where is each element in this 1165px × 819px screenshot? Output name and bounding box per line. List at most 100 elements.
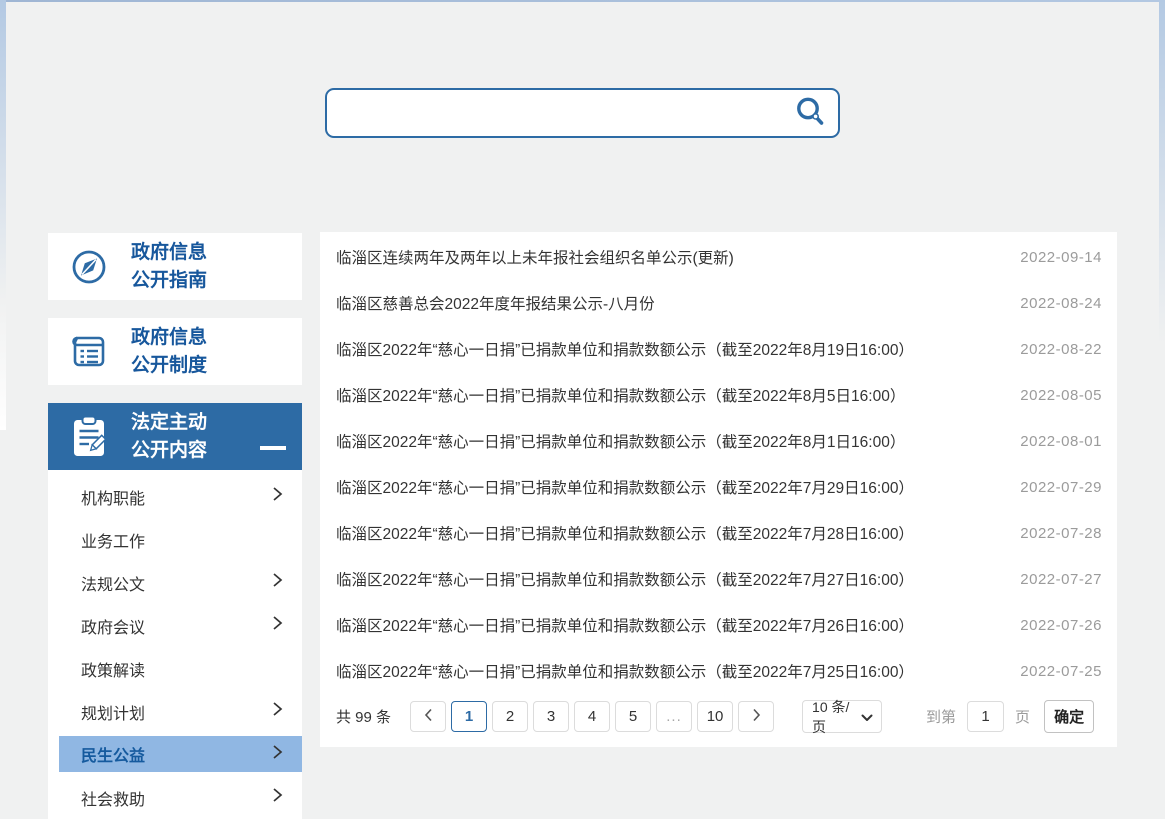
page-button-1[interactable]: 1 [451,701,487,732]
submenu-row: 政策解读 [48,647,302,690]
submenu-row: 业务工作 [48,518,302,561]
page-button-2[interactable]: 2 [492,701,528,732]
sidebar-item-gov-info-guide[interactable]: 政府信息 公开指南 [48,233,302,300]
announcement-row[interactable]: 临淄区连续两年及两年以上未年报社会组织名单公示(更新) 2022-09-14 [320,234,1117,280]
submenu-label: 社会救助 [81,786,145,810]
announcement-list-panel: 临淄区连续两年及两年以上未年报社会组织名单公示(更新) 2022-09-14 临… [320,232,1117,747]
sidebar-item-agency-functions[interactable]: 机构职能 [48,475,302,518]
announcement-date: 2022-09-14 [1020,249,1102,266]
sidebar-item-business-work[interactable]: 业务工作 [48,518,302,561]
announcement-date: 2022-07-27 [1020,571,1102,588]
chevron-down-icon [861,709,873,725]
goto-page-suffix-label: 页 [1015,706,1030,727]
compass-icon [67,248,111,286]
chevron-right-icon [272,744,283,765]
submenu-label: 政府会议 [81,614,145,638]
sidebar-item-statutory-disclosure[interactable]: 法定主动 公开内容 [48,403,302,470]
sidebar-item-social-assistance[interactable]: 社会救助 [48,776,302,819]
announcement-date: 2022-08-22 [1020,341,1102,358]
chevron-right-icon [272,486,283,507]
announcement-row[interactable]: 临淄区慈善总会2022年度年报结果公示-八月份 2022-08-24 [320,280,1117,326]
collapse-minus-icon[interactable] [260,446,286,450]
chevron-right-icon [272,615,283,636]
page-button-4[interactable]: 4 [574,701,610,732]
announcement-row[interactable]: 临淄区2022年“慈心一日捐”已捐款单位和捐款数额公示（截至2022年8月19日… [320,326,1117,372]
announcement-title[interactable]: 临淄区2022年“慈心一日捐”已捐款单位和捐款数额公示（截至2022年8月5日1… [336,384,905,406]
confirm-button[interactable]: 确定 [1044,700,1094,733]
page-button-5[interactable]: 5 [615,701,651,732]
right-gradient-edge [1159,0,1165,430]
chevron-right-icon [272,787,283,808]
sidebar-item-label: 法定主动 公开内容 [131,409,207,465]
announcement-list: 临淄区连续两年及两年以上未年报社会组织名单公示(更新) 2022-09-14 临… [320,232,1117,694]
submenu-row: 社会救助 [48,776,302,819]
page-ellipsis-button[interactable]: ... [656,701,692,732]
page-button-3[interactable]: 3 [533,701,569,732]
submenu-row: 民生公益 [48,733,302,776]
sidebar-item-regulations-documents[interactable]: 法规公文 [48,561,302,604]
sidebar-item-policy-interpretation[interactable]: 政策解读 [48,647,302,690]
announcement-title[interactable]: 临淄区2022年“慈心一日捐”已捐款单位和捐款数额公示（截至2022年8月1日1… [336,430,905,452]
sidebar: 政府信息 公开指南 政府信息 公开制度 [48,233,302,819]
announcement-date: 2022-08-24 [1020,295,1102,312]
submenu-row: 政府会议 [48,604,302,647]
announcement-date: 2022-08-05 [1020,387,1102,404]
sidebar-item-label: 政府信息 公开指南 [131,239,207,295]
announcement-row[interactable]: 临淄区2022年“慈心一日捐”已捐款单位和捐款数额公示（截至2022年8月1日1… [320,418,1117,464]
search-bar [325,88,840,138]
announcement-title[interactable]: 临淄区2022年“慈心一日捐”已捐款单位和捐款数额公示（截至2022年7月28日… [336,522,914,544]
top-gradient-edge [0,0,1165,2]
announcement-date: 2022-07-25 [1020,663,1102,680]
page-button-10[interactable]: 10 [697,701,733,732]
pagination-bar: 共 99 条 1 2 3 4 5 ... 10 10 条/页 到第 页 确定 [320,694,1117,747]
announcement-row[interactable]: 临淄区2022年“慈心一日捐”已捐款单位和捐款数额公示（截至2022年8月5日1… [320,372,1117,418]
goto-page-prefix-label: 到第 [926,706,956,727]
sidebar-item-gov-info-system[interactable]: 政府信息 公开制度 [48,318,302,385]
sidebar-item-public-welfare[interactable]: 民生公益 [59,736,302,772]
clipboard-pencil-icon [67,414,111,460]
search-input[interactable] [327,90,782,136]
sidebar-item-government-meetings[interactable]: 政府会议 [48,604,302,647]
submenu-row: 规划计划 [48,690,302,733]
announcement-date: 2022-07-29 [1020,479,1102,496]
page-size-label: 10 条/页 [812,697,861,737]
announcement-row[interactable]: 临淄区2022年“慈心一日捐”已捐款单位和捐款数额公示（截至2022年7月28日… [320,510,1117,556]
sidebar-submenu: 机构职能 业务工作 法规公文 政府会议 [48,470,302,819]
submenu-label: 机构职能 [81,485,145,509]
submenu-label: 民生公益 [81,742,145,766]
announcement-title[interactable]: 临淄区2022年“慈心一日捐”已捐款单位和捐款数额公示（截至2022年7月29日… [336,476,914,498]
submenu-label: 政策解读 [81,657,145,681]
goto-page-input[interactable] [967,701,1004,732]
announcement-row[interactable]: 临淄区2022年“慈心一日捐”已捐款单位和捐款数额公示（截至2022年7月29日… [320,464,1117,510]
prev-page-button[interactable] [410,701,446,732]
search-button[interactable] [782,90,838,136]
announcement-title[interactable]: 临淄区2022年“慈心一日捐”已捐款单位和捐款数额公示（截至2022年7月26日… [336,614,914,636]
next-page-button[interactable] [738,701,774,732]
announcement-row[interactable]: 临淄区2022年“慈心一日捐”已捐款单位和捐款数额公示（截至2022年7月26日… [320,602,1117,648]
announcement-title[interactable]: 临淄区2022年“慈心一日捐”已捐款单位和捐款数额公示（截至2022年8月19日… [336,338,914,360]
announcement-row[interactable]: 临淄区2022年“慈心一日捐”已捐款单位和捐款数额公示（截至2022年7月25日… [320,648,1117,694]
submenu-label: 法规公文 [81,571,145,595]
page-size-select[interactable]: 10 条/页 [802,700,882,733]
submenu-row: 法规公文 [48,561,302,604]
sidebar-item-planning[interactable]: 规划计划 [48,690,302,733]
announcement-title[interactable]: 临淄区连续两年及两年以上未年报社会组织名单公示(更新) [336,246,734,268]
chevron-left-icon [424,708,433,726]
announcement-date: 2022-07-26 [1020,617,1102,634]
announcement-title[interactable]: 临淄区2022年“慈心一日捐”已捐款单位和捐款数额公示（截至2022年7月27日… [336,568,914,590]
announcement-date: 2022-08-01 [1020,433,1102,450]
chevron-right-icon [272,572,283,593]
search-icon [793,95,827,132]
sidebar-item-label: 政府信息 公开制度 [131,324,207,380]
announcement-date: 2022-07-28 [1020,525,1102,542]
chevron-right-icon [272,701,283,722]
announcement-title[interactable]: 临淄区2022年“慈心一日捐”已捐款单位和捐款数额公示（截至2022年7月25日… [336,660,914,682]
submenu-label: 业务工作 [81,528,145,552]
submenu-label: 规划计划 [81,700,145,724]
document-icon [67,334,111,370]
announcement-row[interactable]: 临淄区2022年“慈心一日捐”已捐款单位和捐款数额公示（截至2022年7月27日… [320,556,1117,602]
chevron-right-icon [752,708,761,726]
announcement-title[interactable]: 临淄区慈善总会2022年度年报结果公示-八月份 [336,292,655,314]
total-count-label: 共 99 条 [336,706,391,727]
left-gradient-edge [0,0,6,430]
